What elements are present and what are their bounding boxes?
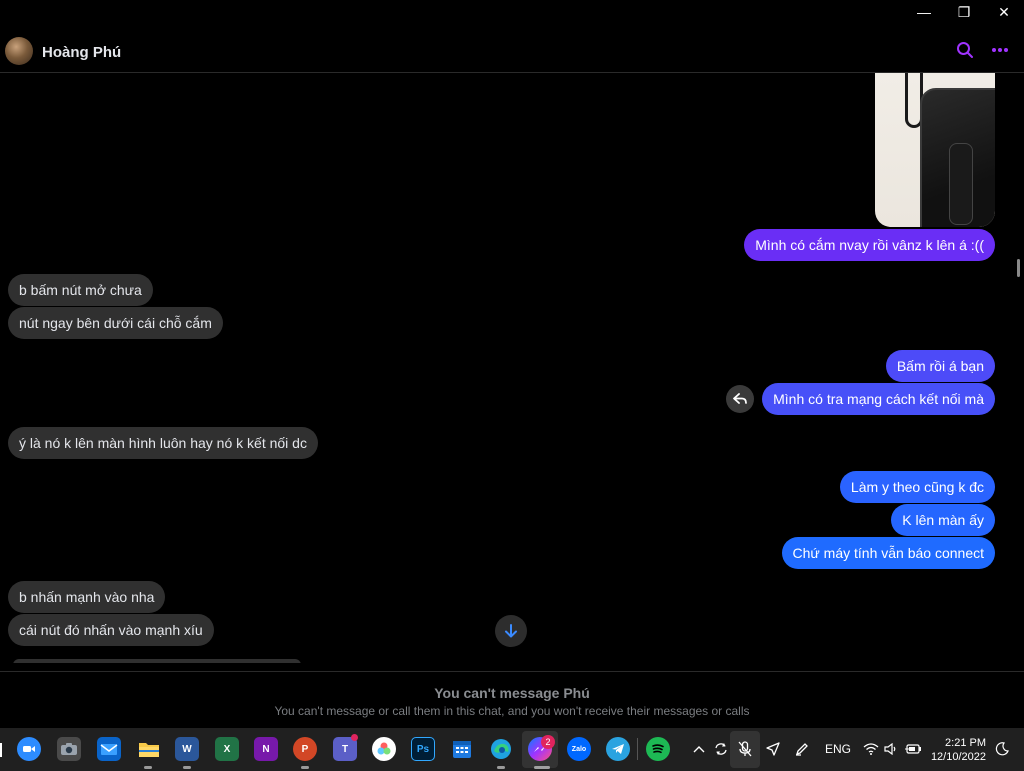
restore-button[interactable]: ❐ xyxy=(944,0,984,24)
notifications-moon-icon[interactable] xyxy=(992,739,1012,759)
edge-icon[interactable] xyxy=(489,737,513,761)
clock-time: 2:21 PM xyxy=(945,737,986,749)
restore-icon: ❐ xyxy=(957,3,971,20)
message-bubble[interactable]: Chứ máy tính vẫn báo connect xyxy=(781,537,995,569)
excel-icon[interactable]: X xyxy=(215,737,239,761)
photoshop-icon[interactable]: Ps xyxy=(411,737,435,761)
location-icon[interactable] xyxy=(763,739,783,759)
minimize-icon: — xyxy=(917,4,931,20)
powerpoint-icon[interactable]: P xyxy=(293,737,317,761)
message-bubble[interactable]: Mình có cắm nvay rồi vânz k lên á :(( xyxy=(744,229,995,261)
taskbar-divider xyxy=(637,738,638,760)
chevron-up-icon[interactable] xyxy=(689,739,709,759)
taskbar: W X N P T Ps Zalo ENG 2:21 PM 12/10/2022 xyxy=(0,728,1024,771)
message-bubble[interactable]: K lên màn ấy xyxy=(891,504,995,536)
avatar[interactable] xyxy=(5,37,33,65)
mail-icon[interactable] xyxy=(97,737,121,761)
arrow-down-icon xyxy=(505,624,517,638)
spotify-icon[interactable] xyxy=(646,737,670,761)
more-icon[interactable] xyxy=(990,40,1010,60)
mic-muted-icon[interactable] xyxy=(735,739,755,759)
show-desktop-edge[interactable] xyxy=(0,743,2,757)
scrollbar-thumb[interactable] xyxy=(1017,259,1020,277)
notice-title: You can't message Phú xyxy=(434,685,590,701)
message-bubble[interactable]: Bấm rồi á bạn xyxy=(885,350,995,382)
pen-icon[interactable] xyxy=(792,739,812,759)
file-explorer-icon[interactable] xyxy=(137,737,161,761)
close-icon: ✕ xyxy=(998,3,1010,20)
message-bubble[interactable]: Mình có tra mạng cách kết nối mà xyxy=(762,383,995,415)
message-list[interactable]: Mình có cắm nvay rồi vânz k lên á :(( b … xyxy=(0,73,1024,663)
photos-icon[interactable] xyxy=(372,737,396,761)
message-bubble[interactable]: nút ngay bên dưới cái chỗ cắm xyxy=(8,307,223,339)
search-icon[interactable] xyxy=(955,40,975,60)
language-indicator[interactable]: ENG xyxy=(825,739,851,759)
messenger-badge: 2 xyxy=(541,735,555,749)
camera-icon[interactable] xyxy=(57,737,81,761)
word-icon[interactable]: W xyxy=(175,737,199,761)
window-controls: — ❐ ✕ xyxy=(904,0,1024,24)
clock-date: 12/10/2022 xyxy=(930,751,986,763)
minimize-button[interactable]: — xyxy=(904,0,944,24)
message-bubble[interactable]: b nhấn mạnh vào nha xyxy=(8,581,166,613)
partial-message-bubble xyxy=(13,659,301,663)
blocked-notice: You can't message Phú You can't message … xyxy=(0,671,1024,728)
close-button[interactable]: ✕ xyxy=(984,0,1024,24)
photo-attachment[interactable] xyxy=(875,73,995,227)
message-bubble[interactable]: Làm y theo cũng k đc xyxy=(839,471,995,503)
notice-subtitle: You can't message or call them in this c… xyxy=(274,704,750,718)
battery-icon[interactable] xyxy=(903,739,923,759)
telegram-icon[interactable] xyxy=(606,737,630,761)
chat-header: Hoàng Phú xyxy=(0,24,1024,73)
wifi-icon[interactable] xyxy=(861,739,881,759)
message-bubble[interactable]: b bấm nút mở chưa xyxy=(8,274,153,306)
contact-name[interactable]: Hoàng Phú xyxy=(42,44,121,61)
volume-icon[interactable] xyxy=(881,739,901,759)
clock[interactable]: 2:21 PM 12/10/2022 xyxy=(931,736,986,764)
onenote-icon[interactable]: N xyxy=(254,737,278,761)
calendar-icon[interactable] xyxy=(450,737,474,761)
message-bubble[interactable]: cái nút đó nhấn vào mạnh xíu xyxy=(8,614,214,646)
message-bubble[interactable]: ý là nó k lên màn hình luôn hay nó k kết… xyxy=(8,427,318,459)
zoom-icon[interactable] xyxy=(17,737,41,761)
sync-icon[interactable] xyxy=(711,739,731,759)
reply-icon[interactable] xyxy=(726,385,754,413)
scroll-to-bottom-button[interactable] xyxy=(495,615,527,647)
zalo-icon[interactable]: Zalo xyxy=(567,737,591,761)
